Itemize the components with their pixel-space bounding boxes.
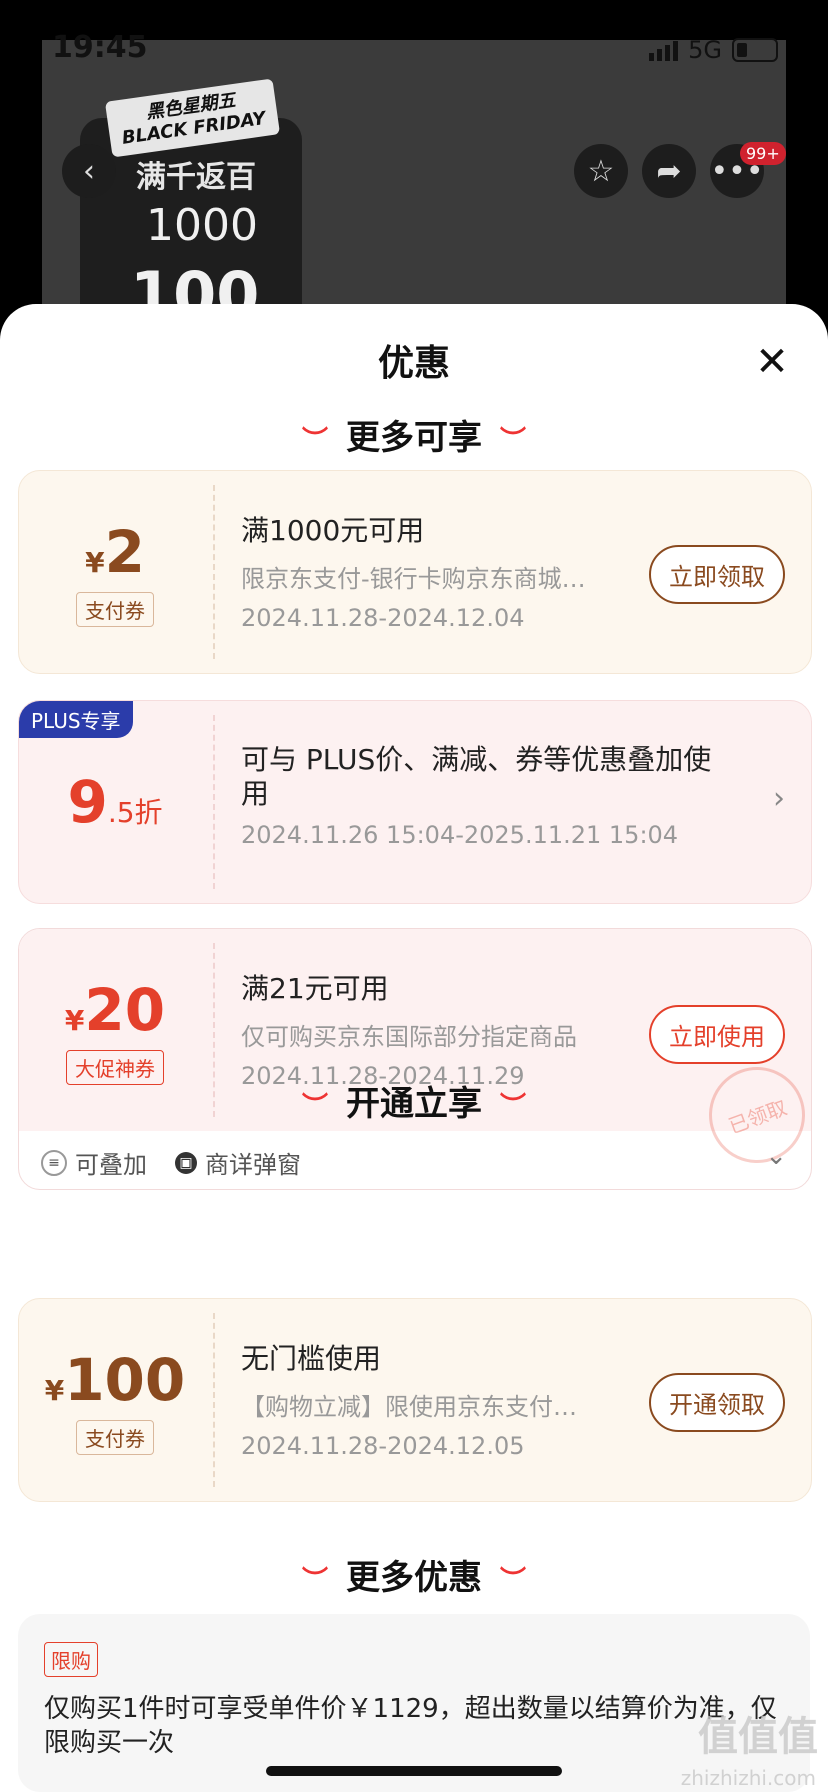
- coupon-body: 可与 PLUS价、满减、券等优惠叠加使用 2024.11.26 15:04-20…: [241, 743, 731, 849]
- stackable-text: 可叠加: [75, 1151, 147, 1179]
- coupon-type-tag: 支付券: [76, 591, 154, 627]
- decor-icon: ︶: [301, 426, 328, 456]
- decor-icon: ︶: [500, 1092, 527, 1122]
- coupon-value: 9.5折: [19, 701, 211, 903]
- coupon-value: ¥100 支付券: [19, 1299, 211, 1501]
- stackable-label: ≡ 可叠加: [41, 1145, 147, 1180]
- chevron-right-icon: ›: [773, 781, 785, 816]
- coupon-card: ¥100 支付券 无门槛使用 【购物立减】限使用京东支付… 2024.11.28…: [18, 1298, 812, 1502]
- coupon-title: 满1000元可用: [241, 514, 425, 547]
- section-title-open-enjoy: ︶ 开通立享 ︶: [0, 1076, 828, 1125]
- status-time: 19:45: [52, 30, 148, 65]
- section-label: 更多优惠: [346, 1558, 482, 1598]
- popup-text: 商详弹窗: [205, 1151, 301, 1179]
- popup-label: ▣ 商详弹窗: [175, 1145, 301, 1180]
- share-icon: ➦: [656, 153, 682, 189]
- open-claim-button[interactable]: 开通领取: [649, 1373, 785, 1432]
- section-label: 更多可享: [346, 418, 482, 458]
- coupon-divider: [213, 1313, 215, 1487]
- coupon-card: ¥2 支付券 满1000元可用 限京东支付-银行卡购京东商城… 2024.11.…: [18, 470, 812, 674]
- plus-discount-card[interactable]: PLUS专享 9.5折 可与 PLUS价、满减、券等优惠叠加使用 2024.11…: [18, 700, 812, 904]
- decor-icon: ︶: [301, 1092, 328, 1122]
- star-icon: ☆: [587, 153, 615, 189]
- status-indicators: 5G: [649, 36, 778, 64]
- discount-sub: .5折: [107, 796, 163, 829]
- network-type: 5G: [688, 36, 722, 64]
- coupon-date: 2024.11.28-2024.12.05: [241, 1432, 525, 1460]
- decor-icon: ︶: [301, 1566, 328, 1596]
- coupon-amount: 2: [104, 517, 145, 586]
- share-button[interactable]: ➦: [642, 144, 696, 198]
- coupon-date: 2024.11.26 15:04-2025.11.21 15:04: [241, 821, 679, 849]
- currency-symbol: ¥: [64, 1003, 85, 1037]
- notification-badge: 99+: [740, 142, 786, 165]
- decor-icon: ︶: [500, 426, 527, 456]
- coupon-type-tag: 支付券: [76, 1419, 154, 1455]
- coupon-divider: [213, 485, 215, 659]
- currency-symbol: ¥: [85, 545, 105, 579]
- coupon-title: 满21元可用: [241, 972, 389, 1005]
- watermark-site: zhizhizhi.com: [680, 1766, 816, 1790]
- claim-button[interactable]: 立即领取: [649, 545, 785, 604]
- discount-sheet: 优惠 ✕ ︶ 更多可享 ︶ ¥2 支付券 满1000元可用 限京东支付-银行卡购京东…: [0, 304, 828, 1792]
- use-button[interactable]: 立即使用: [649, 1005, 785, 1064]
- popup-icon: ▣: [175, 1151, 197, 1174]
- sheet-title: 优惠: [377, 343, 450, 384]
- expand-chevron-icon[interactable]: ⌄: [765, 1141, 787, 1171]
- coupon-amount: 100: [64, 1345, 186, 1414]
- decor-icon: ︶: [500, 1566, 527, 1596]
- coupon-amount: 20: [84, 975, 166, 1044]
- coupon-title: 可与 PLUS价、满减、券等优惠叠加使用: [241, 743, 712, 810]
- favorite-button[interactable]: ☆: [574, 144, 628, 198]
- promo-full-amount: 1000: [146, 200, 258, 251]
- coupon-card: ¥20 大促神券 满21元可用 仅可购买京东国际部分指定商品 2024.11.2…: [18, 928, 812, 1190]
- close-icon: ✕: [755, 339, 789, 385]
- signal-icon: [649, 39, 679, 61]
- limit-text: 仅购买1件时可享受单件价￥1129，超出数量以结算价为准，仅限购买一次: [44, 1694, 777, 1758]
- coupon-date: 2024.11.28-2024.12.04: [241, 604, 525, 632]
- watermark-logo: 值值值: [698, 1714, 818, 1760]
- chevron-left-icon: ‹: [83, 153, 95, 189]
- back-button[interactable]: ‹: [62, 144, 116, 198]
- discount-main: 9: [67, 768, 108, 836]
- coupon-value: ¥2 支付券: [19, 471, 211, 673]
- coupon-title: 无门槛使用: [241, 1342, 382, 1375]
- section-label: 开通立享: [346, 1084, 482, 1124]
- close-button[interactable]: ✕: [752, 342, 792, 382]
- section-title-more-enjoy: ︶ 更多可享 ︶: [0, 410, 828, 459]
- limit-tag: 限购: [44, 1642, 98, 1677]
- promo-title: 满千返百: [136, 160, 256, 195]
- coupon-divider: [213, 715, 215, 889]
- battery-icon: [732, 38, 778, 62]
- currency-symbol: ¥: [44, 1373, 65, 1407]
- home-indicator: [266, 1766, 562, 1776]
- section-title-more-discounts: ︶ 更多优惠 ︶: [0, 1550, 828, 1599]
- stack-icon: ≡: [41, 1149, 67, 1176]
